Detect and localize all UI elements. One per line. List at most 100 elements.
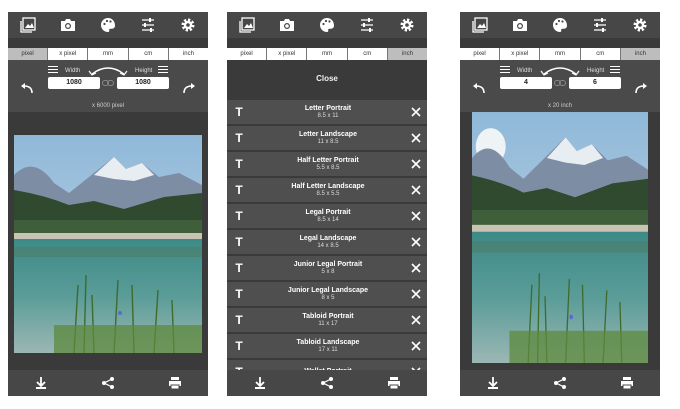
print-icon[interactable] — [387, 376, 401, 390]
text-icon: T — [235, 261, 243, 275]
paper-preset-row[interactable]: T Half Letter Landscape 8.5 x 5.5 — [227, 178, 427, 202]
download-icon[interactable] — [34, 376, 48, 390]
palette-icon[interactable] — [550, 15, 570, 35]
unit-tab-inch[interactable]: inch — [387, 48, 427, 60]
unit-tab-inch[interactable]: inch — [168, 48, 208, 60]
gallery-icon[interactable] — [470, 15, 490, 35]
palette-icon[interactable] — [317, 15, 337, 35]
delete-preset-icon[interactable] — [405, 211, 427, 221]
screen-inch-mode: pixel x pixel mm cm inch Width Height 4 … — [460, 12, 660, 396]
swap-arrow-icon[interactable] — [540, 64, 580, 76]
camera-icon[interactable] — [58, 15, 78, 35]
width-menu-icon[interactable] — [500, 66, 510, 74]
paper-dimensions: 5 x 8 — [321, 269, 335, 275]
paper-name: Tabloid Landscape — [296, 339, 360, 346]
paper-preset-info: Letter Landscape 11 x 8.5 — [251, 131, 405, 145]
delete-preset-icon[interactable] — [405, 341, 427, 351]
paper-preset-row[interactable]: T Legal Landscape 14 x 8.5 — [227, 230, 427, 254]
delete-preset-icon[interactable] — [405, 159, 427, 169]
redo-icon[interactable] — [182, 82, 196, 94]
unit-tab-pixel[interactable]: pixel — [8, 48, 49, 60]
paper-dimensions: 8.5 x 14 — [317, 217, 339, 223]
height-label: Height — [587, 68, 605, 74]
width-label: Width — [517, 68, 533, 74]
sliders-icon[interactable] — [590, 15, 610, 35]
width-label: Width — [65, 68, 81, 74]
link-icon[interactable] — [102, 79, 114, 87]
unit-tab-pixel[interactable]: pixel — [460, 48, 501, 60]
paper-size-list: Close T Letter Portrait 8.5 x 11 T Letter La… — [227, 60, 427, 386]
gallery-icon[interactable] — [18, 15, 38, 35]
palette-icon[interactable] — [98, 15, 118, 35]
unit-tab-x-pixel[interactable]: x pixel — [500, 48, 541, 60]
delete-preset-icon[interactable] — [405, 133, 427, 143]
height-input[interactable]: 1080 — [117, 77, 169, 89]
width-input[interactable]: 4 — [500, 77, 552, 89]
delete-preset-icon[interactable] — [405, 289, 427, 299]
paper-dimensions: 14 x 8.5 — [317, 243, 339, 249]
paper-preset-row[interactable]: T Legal Portrait 8.5 x 14 — [227, 204, 427, 228]
paper-preset-row[interactable]: T Letter Portrait 8.5 x 11 — [227, 100, 427, 124]
unit-tab-mm[interactable]: mm — [88, 48, 129, 60]
share-icon[interactable] — [101, 376, 115, 390]
paper-name: Letter Landscape — [299, 131, 357, 138]
unit-tab-pixel[interactable]: pixel — [227, 48, 268, 60]
sliders-icon[interactable] — [138, 15, 158, 35]
download-icon[interactable] — [253, 376, 267, 390]
camera-icon[interactable] — [277, 15, 297, 35]
share-icon[interactable] — [320, 376, 334, 390]
height-menu-icon[interactable] — [610, 66, 620, 74]
delete-preset-icon[interactable] — [405, 315, 427, 325]
unit-tab-mm[interactable]: mm — [540, 48, 581, 60]
print-icon[interactable] — [168, 376, 182, 390]
paper-preset-row[interactable]: T Half Letter Portrait 5.5 x 8.5 — [227, 152, 427, 176]
unit-tab-x-pixel[interactable]: x pixel — [267, 48, 308, 60]
unit-tab-inch[interactable]: inch — [620, 48, 660, 60]
width-input[interactable]: 1080 — [48, 77, 100, 89]
gear-icon[interactable] — [397, 15, 417, 35]
paper-name: Legal Landscape — [299, 235, 357, 242]
height-input[interactable]: 6 — [569, 77, 621, 89]
unit-tab-cm[interactable]: cm — [580, 48, 621, 60]
width-menu-icon[interactable] — [48, 66, 58, 74]
link-icon[interactable] — [554, 79, 566, 87]
undo-icon[interactable] — [472, 82, 486, 94]
text-icon: T — [235, 209, 243, 223]
paper-preset-info: Junior Legal Landscape 8 x 5 — [251, 287, 405, 301]
paper-dimensions: 11 x 17 — [318, 321, 338, 327]
sliders-icon[interactable] — [357, 15, 377, 35]
preview-photo — [14, 135, 202, 353]
gallery-icon[interactable] — [237, 15, 257, 35]
print-icon[interactable] — [620, 376, 634, 390]
gear-icon[interactable] — [630, 15, 650, 35]
unit-tab-cm[interactable]: cm — [347, 48, 388, 60]
paper-preset-row[interactable]: T Junior Legal Landscape 8 x 5 — [227, 282, 427, 306]
unit-tab-x-pixel[interactable]: x pixel — [48, 48, 89, 60]
delete-preset-icon[interactable] — [405, 107, 427, 117]
text-icon: T — [235, 313, 243, 327]
delete-preset-icon[interactable] — [405, 185, 427, 195]
size-subtext: x 20 inch — [547, 103, 572, 109]
delete-preset-icon[interactable] — [405, 237, 427, 247]
paper-preset-row[interactable]: T Junior Legal Portrait 5 x 8 — [227, 256, 427, 280]
share-icon[interactable] — [553, 376, 567, 390]
camera-icon[interactable] — [510, 15, 530, 35]
close-button[interactable]: Close — [227, 68, 427, 90]
paper-preset-info: Tabloid Landscape 17 x 11 — [251, 339, 405, 353]
paper-preset-row[interactable]: T Letter Landscape 11 x 8.5 — [227, 126, 427, 150]
unit-tab-cm[interactable]: cm — [128, 48, 169, 60]
swap-arrow-icon[interactable] — [88, 64, 128, 76]
paper-preset-row[interactable]: T Tabloid Portrait 11 x 17 — [227, 308, 427, 332]
undo-icon[interactable] — [20, 82, 34, 94]
preview-photo — [472, 112, 648, 363]
unit-tab-mm[interactable]: mm — [307, 48, 348, 60]
top-toolbar — [8, 12, 208, 38]
gear-icon[interactable] — [178, 15, 198, 35]
height-menu-icon[interactable] — [158, 66, 168, 74]
redo-icon[interactable] — [634, 82, 648, 94]
download-icon[interactable] — [486, 376, 500, 390]
paper-preset-row[interactable]: T Tabloid Landscape 17 x 11 — [227, 334, 427, 358]
delete-preset-icon[interactable] — [405, 263, 427, 273]
size-controls: Width Height 1080 1080 x 6000 pixel — [8, 60, 208, 112]
paper-dimensions: 17 x 11 — [318, 347, 338, 353]
